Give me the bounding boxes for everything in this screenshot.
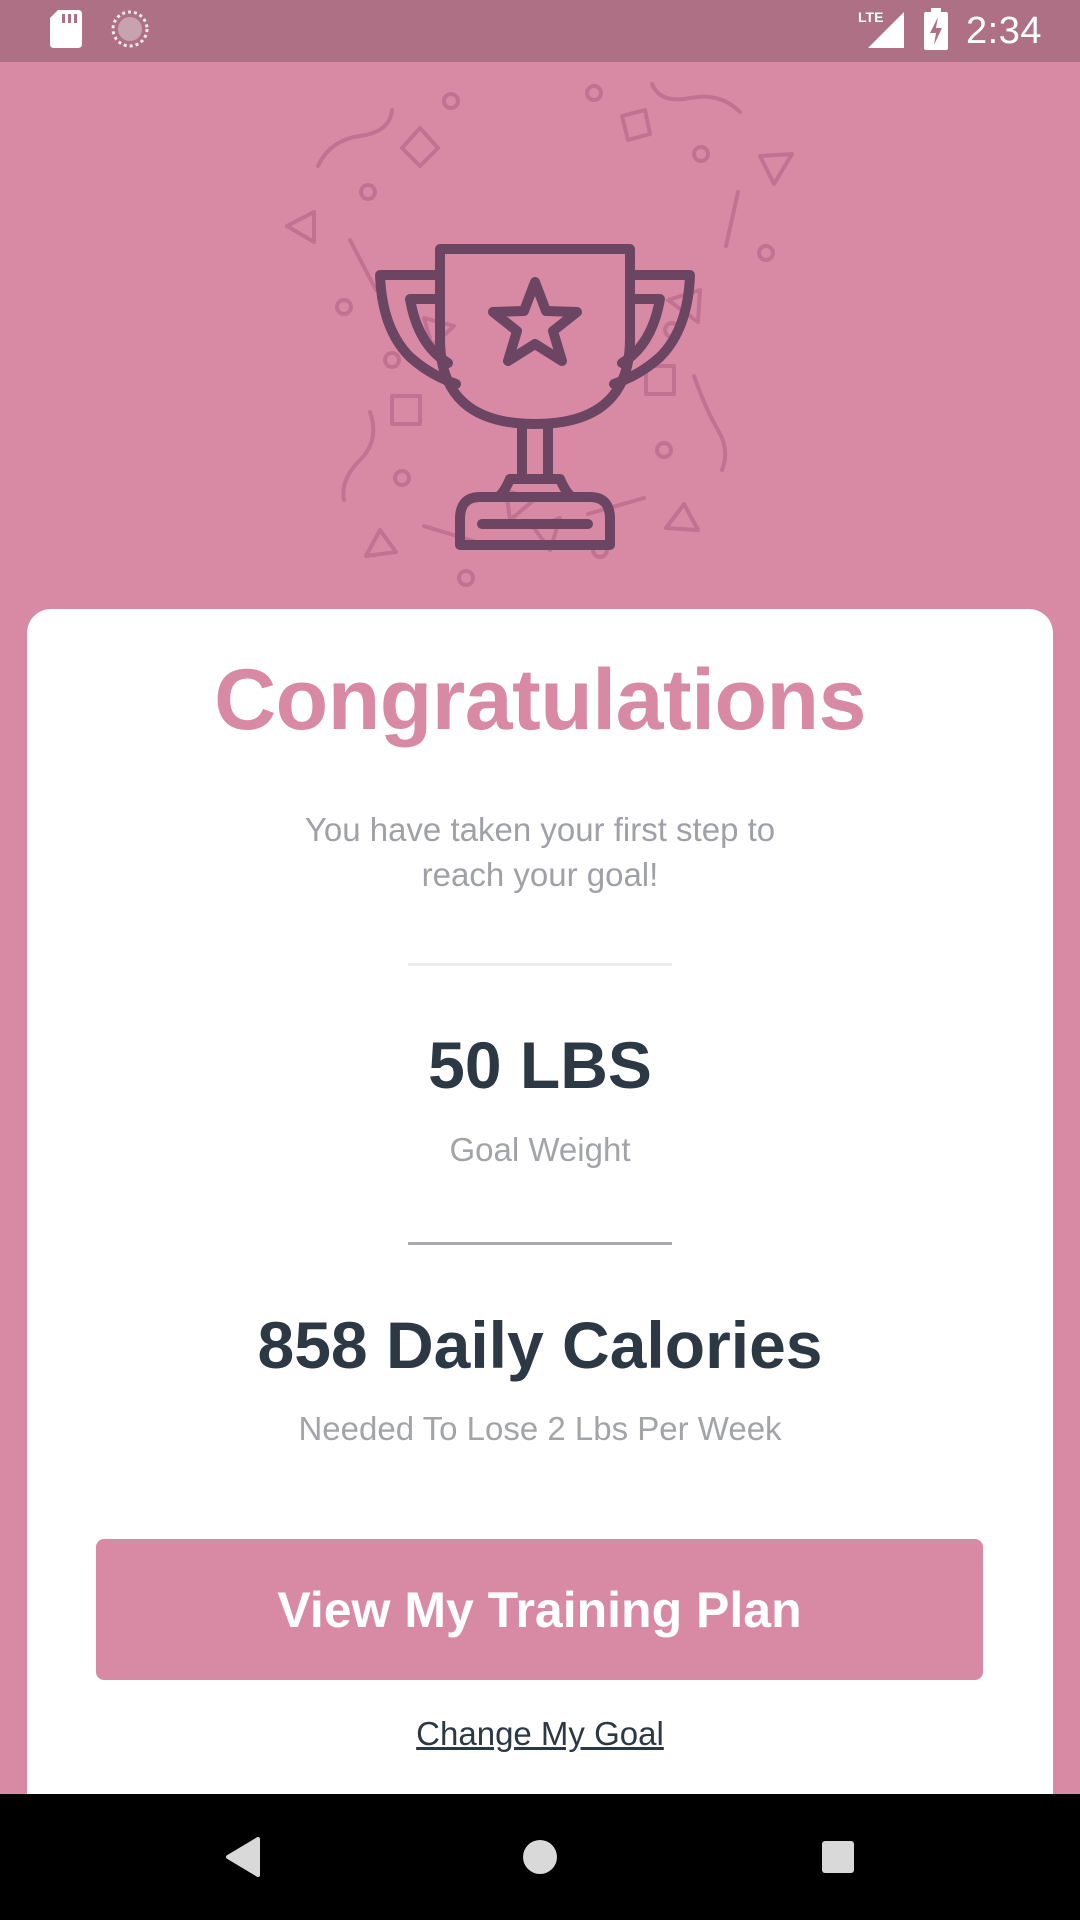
status-bar: LTE 2:34 xyxy=(0,0,1080,62)
hero-illustration xyxy=(0,62,1080,610)
network-type-label: LTE xyxy=(858,9,883,25)
sd-card-icon xyxy=(50,9,82,53)
back-icon xyxy=(226,1837,260,1877)
page-title: Congratulations xyxy=(214,652,866,748)
recents-icon xyxy=(822,1841,854,1873)
status-time: 2:34 xyxy=(966,9,1042,52)
daily-calories-value: 858 Daily Calories xyxy=(257,1308,823,1382)
goal-weight-value: 50 LBS xyxy=(428,1028,652,1102)
subtitle: You have taken your first step to reach … xyxy=(280,807,800,897)
battery-charging-icon xyxy=(924,7,949,55)
lte-signal-icon: LTE xyxy=(858,8,906,55)
status-left-icons xyxy=(50,9,150,53)
subtitle-line-1: You have taken your first step to xyxy=(304,811,776,848)
view-training-plan-button[interactable]: View My Training Plan xyxy=(96,1539,983,1680)
back-button[interactable] xyxy=(205,1820,279,1894)
home-icon xyxy=(523,1840,557,1874)
change-goal-link[interactable]: Change My Goal xyxy=(27,1715,1053,1753)
subtitle-line-2: reach your goal! xyxy=(421,856,659,893)
sync-icon xyxy=(110,9,150,54)
system-navigation-bar xyxy=(0,1794,1080,1920)
recents-button[interactable] xyxy=(801,1820,875,1894)
congratulations-screen: LTE 2:34 Congratulations You have taken … xyxy=(0,0,1080,1920)
daily-calories-label: Needed To Lose 2 Lbs Per Week xyxy=(298,1410,782,1447)
divider-middle xyxy=(408,1242,672,1245)
divider-top xyxy=(408,963,672,966)
status-right-icons: LTE 2:34 xyxy=(858,7,1042,55)
trophy-icon xyxy=(375,244,695,550)
goal-weight-label: Goal Weight xyxy=(449,1131,631,1168)
congratulations-card: Congratulations You have taken your firs… xyxy=(27,609,1053,1794)
home-button[interactable] xyxy=(503,1820,577,1894)
